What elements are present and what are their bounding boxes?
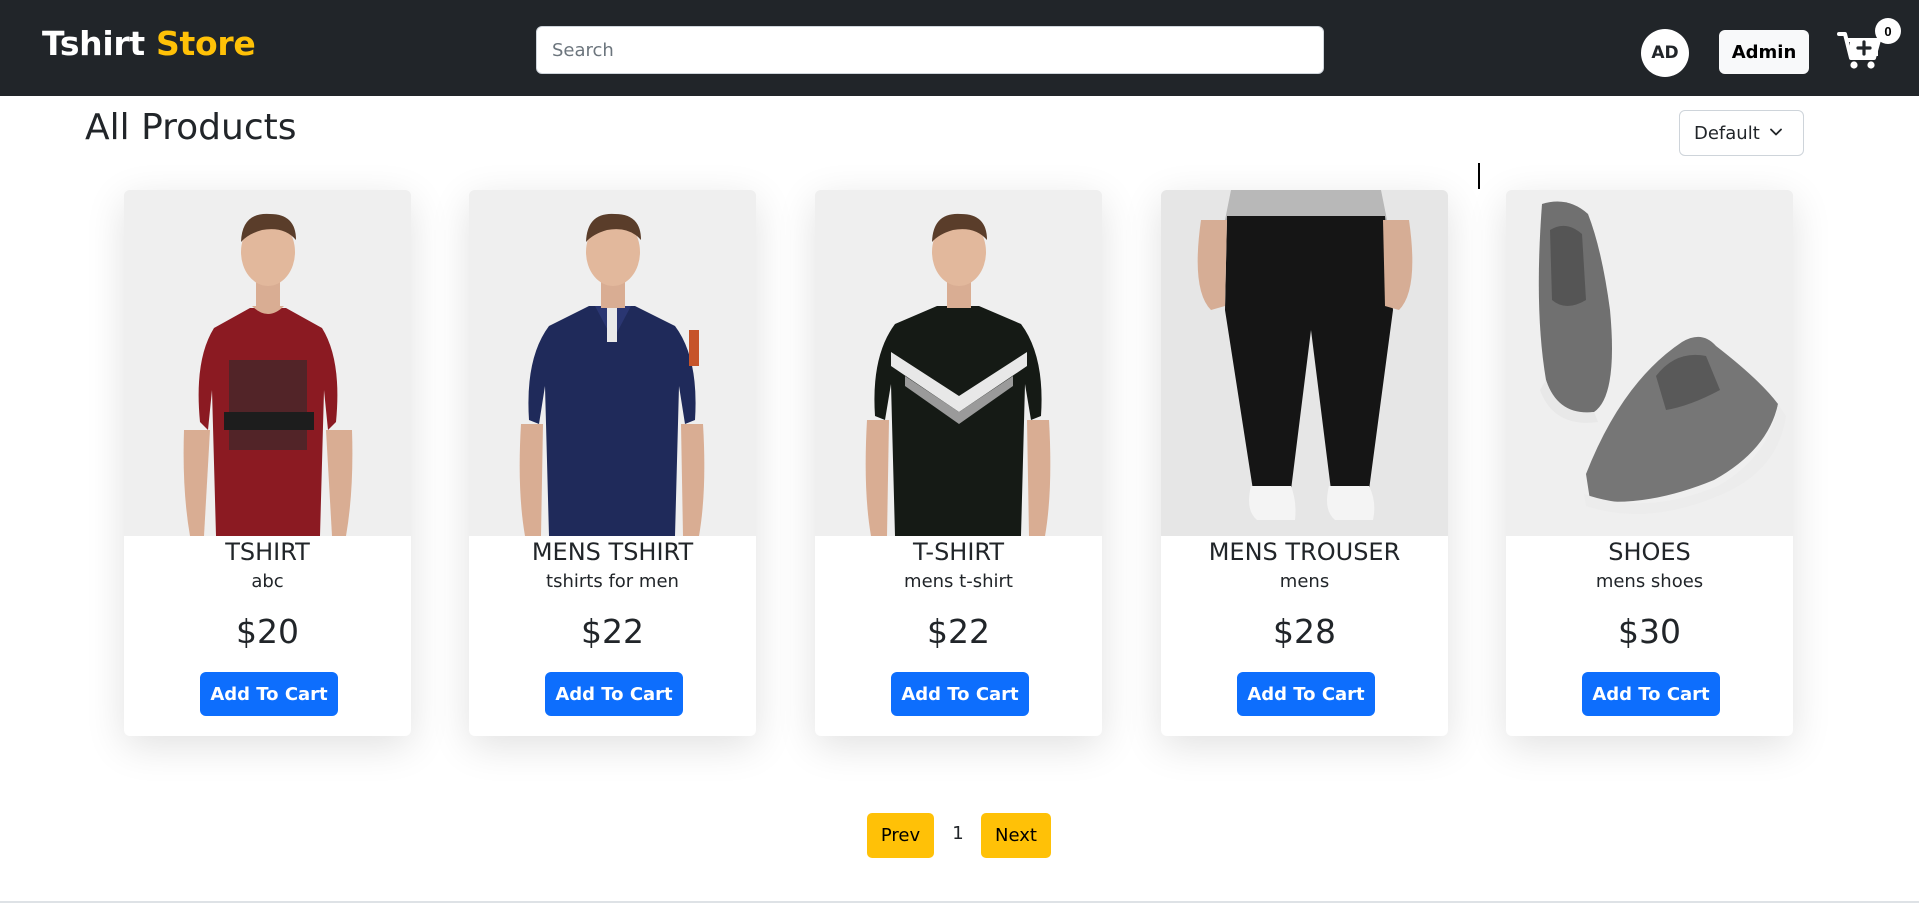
brand-logo[interactable]: Tshirt Store xyxy=(42,24,256,63)
page-title: All Products xyxy=(85,107,297,148)
product-card: TSHIRT abc $20 Add To Cart xyxy=(124,190,411,736)
add-to-cart-button[interactable]: Add To Cart xyxy=(1582,672,1720,716)
next-page-button[interactable]: Next xyxy=(981,813,1051,858)
brand-accent-text: Store xyxy=(156,24,256,63)
product-name: SHOES xyxy=(1608,538,1691,566)
product-card: MENS TSHIRT tshirts for men $22 Add To C… xyxy=(469,190,756,736)
product-image[interactable] xyxy=(815,190,1102,536)
text-cursor xyxy=(1478,163,1480,189)
product-description: mens shoes xyxy=(1595,571,1704,592)
product-price: $22 xyxy=(927,612,990,651)
product-description: abc xyxy=(251,571,284,592)
product-price: $22 xyxy=(581,612,644,651)
search-input[interactable] xyxy=(536,26,1324,74)
product-name: MENS TSHIRT xyxy=(531,538,694,566)
add-to-cart-button[interactable]: Add To Cart xyxy=(1237,672,1375,716)
product-name: TSHIRT xyxy=(225,538,310,566)
add-to-cart-button[interactable]: Add To Cart xyxy=(891,672,1029,716)
add-to-cart-button[interactable]: Add To Cart xyxy=(200,672,338,716)
product-description: mens t-shirt xyxy=(904,571,1013,592)
brand-main-text: Tshirt xyxy=(42,24,145,63)
chevron-down-icon xyxy=(1770,128,1782,136)
product-image[interactable] xyxy=(1506,190,1793,536)
navbar: Tshirt Store AD Admin 0 xyxy=(0,0,1919,96)
sort-select[interactable]: Default xyxy=(1679,110,1804,156)
add-to-cart-button[interactable]: Add To Cart xyxy=(545,672,683,716)
product-price: $28 xyxy=(1273,612,1336,651)
cart-count-badge: 0 xyxy=(1875,18,1901,44)
prev-page-button[interactable]: Prev xyxy=(867,813,934,858)
product-card: T-SHIRT mens t-shirt $22 Add To Cart xyxy=(815,190,1102,736)
product-description: tshirts for men xyxy=(546,571,679,592)
product-price: $20 xyxy=(236,612,299,651)
product-description: mens xyxy=(1279,571,1330,592)
product-image[interactable] xyxy=(469,190,756,536)
product-name: T-SHIRT xyxy=(912,538,1005,566)
product-price: $30 xyxy=(1618,612,1681,651)
product-image[interactable] xyxy=(1161,190,1448,536)
sort-selected-value: Default xyxy=(1694,122,1760,144)
product-name: MENS TROUSER xyxy=(1208,538,1401,566)
admin-button[interactable]: Admin xyxy=(1719,30,1809,74)
product-card: MENS TROUSER mens $28 Add To Cart xyxy=(1161,190,1448,736)
product-image[interactable] xyxy=(124,190,411,536)
product-card: SHOES mens shoes $30 Add To Cart xyxy=(1506,190,1793,736)
current-page-number: 1 xyxy=(952,823,964,844)
avatar[interactable]: AD xyxy=(1641,29,1689,77)
